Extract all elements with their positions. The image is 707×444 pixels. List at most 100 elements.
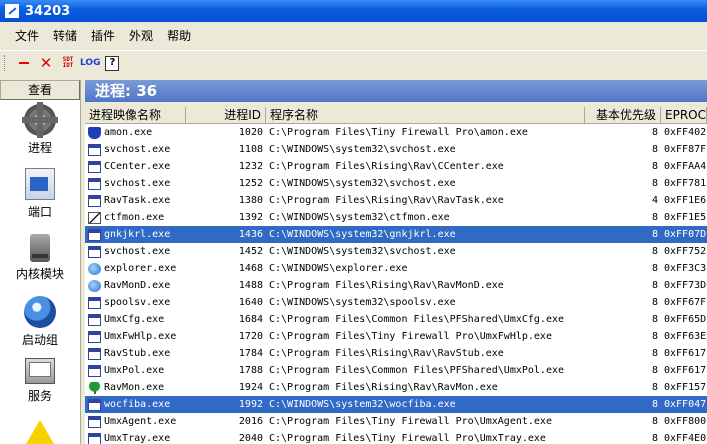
table-row[interactable]: amon.exe 1020 C:\Program Files\Tiny Firewa… [85, 124, 707, 141]
table-row[interactable]: CCenter.exe 1232 C:\Program Files\Rising\R… [85, 158, 707, 175]
cell-image-name: UmxCfg.exe [85, 311, 186, 328]
table-row[interactable]: UmxTray.exe 2040 C:\Program Files\Tiny Fir… [85, 430, 707, 444]
menu-dump[interactable]: 转储 [46, 26, 84, 46]
process-name: RavStub.exe [104, 348, 171, 359]
cell-image-name: svchost.exe [85, 175, 186, 192]
table-row[interactable]: wocfiba.exe 1992 C:\WINDOWS\system32\wocfi… [85, 396, 707, 413]
menu-help[interactable]: 帮助 [160, 26, 198, 46]
sidebar-item-ports[interactable]: 端口 [0, 168, 80, 220]
cell-pid: 1992 [238, 399, 263, 410]
cell-eprocess: 0xFF1E6 [664, 195, 707, 206]
cell-program-path: C:\WINDOWS\system32\gnkjkrl.exe [269, 229, 456, 240]
menu-appearance[interactable]: 外观 [122, 26, 160, 46]
cell-program-path: C:\Program Files\Rising\Rav\RavTask.exe [269, 195, 504, 206]
process-name: UmxTray.exe [104, 433, 171, 444]
process-name: UmxCfg.exe [104, 314, 165, 325]
sidebar-item-processes[interactable]: 进程 [0, 102, 80, 156]
menu-file[interactable]: 文件 [8, 26, 46, 46]
cell-pid: 2040 [238, 433, 263, 444]
cell-priority: 8 [651, 433, 658, 444]
help-button[interactable]: ? [102, 53, 122, 73]
cell-image-name: RavStub.exe [85, 345, 186, 362]
cell-pid: 1640 [238, 297, 263, 308]
cell-image-name: gnkjkrl.exe [85, 226, 186, 243]
sidebar-item-warning[interactable] [0, 420, 80, 444]
table-row[interactable]: ctfmon.exe 1392 C:\WINDOWS\system32\ctfmon… [85, 209, 707, 226]
sdt-icon: SDT IDT [63, 57, 74, 69]
table-row[interactable]: RavMonD.exe 1488 C:\Program Files\Rising\R… [85, 277, 707, 294]
cell-image-name: spoolsv.exe [85, 294, 186, 311]
title-bar[interactable]: 34203 [0, 0, 707, 22]
app-icon [5, 4, 19, 18]
sdt-label-bottom: IDT [62, 62, 74, 69]
log-button[interactable]: LOG [80, 53, 100, 73]
sidebar-item-startup[interactable]: 启动组 [0, 296, 80, 348]
table-row[interactable]: UmxFwHlp.exe 1720 C:\Program Files\Tiny Fi… [85, 328, 707, 345]
cell-eprocess: 0xFF67F [664, 297, 707, 308]
column-header-image-name[interactable]: 进程映像名称 [85, 107, 186, 123]
sdt-button[interactable]: SDT IDT [58, 53, 78, 73]
window-icon [88, 364, 101, 377]
cell-eprocess: 0xFF800 [664, 416, 707, 427]
table-row[interactable]: svchost.exe 1252 C:\WINDOWS\system32\svcho… [85, 175, 707, 192]
sidebar-item-label: 内核模块 [15, 267, 64, 281]
help-icon: ? [105, 55, 120, 71]
cell-eprocess: 0xFF4E0 [664, 433, 707, 444]
cell-program-path: C:\WINDOWS\system32\spoolsv.exe [269, 297, 456, 308]
cell-priority: 8 [651, 331, 658, 342]
cell-priority: 8 [651, 161, 658, 172]
cell-eprocess: 0xFF3C3 [664, 263, 707, 274]
globe-icon [88, 262, 101, 275]
menu-plugins[interactable]: 插件 [84, 26, 122, 46]
tree-icon [88, 381, 101, 394]
toolbar-grip[interactable] [4, 55, 8, 71]
cell-priority: 8 [651, 178, 658, 189]
cell-pid: 1436 [238, 229, 263, 240]
kill-button[interactable]: ✕ [36, 53, 56, 73]
table-row[interactable]: RavMon.exe 1924 C:\Program Files\Rising\Ra… [85, 379, 707, 396]
column-header-pid[interactable]: 进程ID [186, 107, 266, 123]
remove-button[interactable] [14, 53, 34, 73]
cell-priority: 8 [651, 365, 658, 376]
sidebar-header[interactable]: 查看 [0, 80, 80, 100]
table-row[interactable]: UmxCfg.exe 1684 C:\Program Files\Common Fi… [85, 311, 707, 328]
column-header-priority[interactable]: 基本优先级 [585, 107, 661, 123]
window-icon [88, 432, 101, 444]
table-row[interactable]: gnkjkrl.exe 1436 C:\WINDOWS\system32\gnkjk… [85, 226, 707, 243]
process-name: svchost.exe [104, 144, 171, 155]
process-name: spoolsv.exe [104, 297, 171, 308]
sidebar-item-label: 服务 [27, 389, 52, 403]
cell-pid: 1488 [238, 280, 263, 291]
cell-pid: 1380 [238, 195, 263, 206]
cell-image-name: explorer.exe [85, 260, 186, 277]
toolbar: ✕ SDT IDT LOG ? [0, 50, 707, 75]
cell-program-path: C:\WINDOWS\system32\svchost.exe [269, 144, 456, 155]
column-header-program-path[interactable]: 程序名称 [266, 107, 585, 123]
window-icon [88, 160, 101, 173]
table-body: amon.exe 1020 C:\Program Files\Tiny Firewa… [85, 124, 707, 444]
cell-eprocess: 0xFF157 [664, 382, 707, 393]
close-icon: ✕ [39, 53, 53, 72]
table-row[interactable]: UmxAgent.exe 2016 C:\Program Files\Tiny Fi… [85, 413, 707, 430]
table-row[interactable]: svchost.exe 1452 C:\WINDOWS\system32\svcho… [85, 243, 707, 260]
process-name: RavTask.exe [104, 195, 171, 206]
table-row[interactable]: svchost.exe 1108 C:\WINDOWS\system32\svcho… [85, 141, 707, 158]
sidebar-item-kernel-modules[interactable]: 内核模块 [0, 234, 80, 282]
process-name: UmxPol.exe [104, 365, 165, 376]
column-header-eprocess[interactable]: EPROCESS [661, 107, 707, 123]
table-row[interactable]: explorer.exe 1468 C:\WINDOWS\explorer.exe 8… [85, 260, 707, 277]
table-row[interactable]: RavTask.exe 1380 C:\Program Files\Rising\R… [85, 192, 707, 209]
cell-eprocess: 0xFF65D [664, 314, 707, 325]
window-icon [88, 415, 101, 428]
cell-eprocess: 0xFF402 [664, 127, 707, 138]
cell-priority: 8 [651, 229, 658, 240]
cell-eprocess: 0xFF047 [664, 399, 707, 410]
cell-priority: 8 [651, 348, 658, 359]
table-row[interactable]: UmxPol.exe 1788 C:\Program Files\Common Fi… [85, 362, 707, 379]
cell-program-path: C:\WINDOWS\system32\svchost.exe [269, 246, 456, 257]
table-row[interactable]: RavStub.exe 1784 C:\Program Files\Rising\R… [85, 345, 707, 362]
sidebar-item-services[interactable]: 服务 [0, 358, 80, 404]
table-row[interactable]: spoolsv.exe 1640 C:\WINDOWS\system32\spool… [85, 294, 707, 311]
cell-image-name: RavTask.exe [85, 192, 186, 209]
cell-eprocess: 0xFF781 [664, 178, 707, 189]
